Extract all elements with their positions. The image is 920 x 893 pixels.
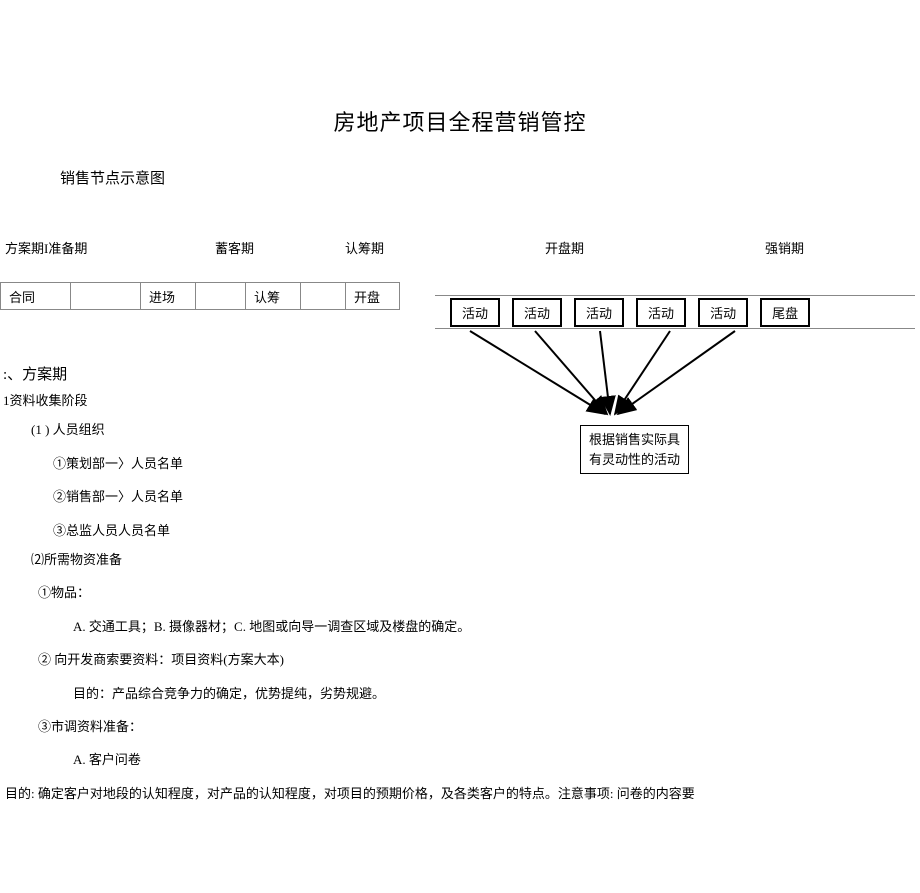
phase-strong-sell: 强销期 [765, 238, 865, 257]
item-customer-survey: A. 客户问卷 [3, 748, 920, 771]
page-title: 房地产项目全程营销管控 [0, 0, 920, 137]
diagram-note-box: 根据销售实际具 有灵动性的活动 [580, 425, 689, 474]
phase-subscribe: 认筹期 [345, 238, 545, 257]
arrows-svg [435, 329, 915, 429]
phase-labels-row: 方案期I准备期 蓄客期 认筹期 开盘期 强销期 [0, 238, 920, 257]
phase-plan: 方案期I准备期 [5, 238, 215, 257]
activity-box-1: 活动 [450, 298, 500, 327]
timeline-empty3 [300, 283, 345, 309]
activity-box-3: 活动 [574, 298, 624, 327]
item-research-prep: ③市调资料准备： [3, 715, 920, 738]
phase-open: 开盘期 [545, 238, 765, 257]
activity-box-2: 活动 [512, 298, 562, 327]
item-planning-dept: ①策划部一〉人员名单 [3, 452, 920, 475]
item-developer-materials: ② 向开发商索要资料：项目资料(方案大本) [3, 648, 920, 671]
activity-box-5: 活动 [698, 298, 748, 327]
item-goods-list: A. 交通工具；B. 摄像器材；C. 地图或向导一调查区域及楼盘的确定。 [3, 615, 920, 638]
timeline-subscribe: 认筹 [245, 283, 300, 309]
timeline-enter: 进场 [140, 283, 195, 309]
item-purpose-1: 目的：产品综合竞争力的确定，优势提纯，劣势规避。 [3, 682, 920, 705]
phase-customer: 蓄客期 [215, 238, 345, 257]
note-line-1: 根据销售实际具 [589, 430, 680, 450]
activity-boxes-row: 活动 活动 活动 活动 活动 尾盘 [435, 295, 915, 329]
timeline-open: 开盘 [345, 283, 400, 309]
activity-box-6: 尾盘 [760, 298, 810, 327]
activity-diagram: 活动 活动 活动 活动 活动 尾盘 根据销售实际具 有灵动性的活动 [435, 295, 915, 329]
activity-box-4: 活动 [636, 298, 686, 327]
item-sales-dept: ②销售部一〉人员名单 [3, 485, 920, 508]
item-director: ③总监人员人员名单 [3, 519, 920, 542]
timeline-contract: 合同 [0, 283, 70, 309]
bottom-purpose-text: 目的: 确定客户对地段的认知程度，对产品的认知程度，对项目的预期价格，及各类客户… [3, 784, 763, 805]
timeline-empty1 [70, 283, 140, 309]
item-goods: ①物品： [3, 581, 920, 604]
subtitle: 销售节点示意图 [60, 167, 920, 188]
note-line-2: 有灵动性的活动 [589, 450, 680, 470]
timeline-empty2 [195, 283, 245, 309]
item-materials-prep: ⑵所需物资准备 [3, 548, 920, 571]
